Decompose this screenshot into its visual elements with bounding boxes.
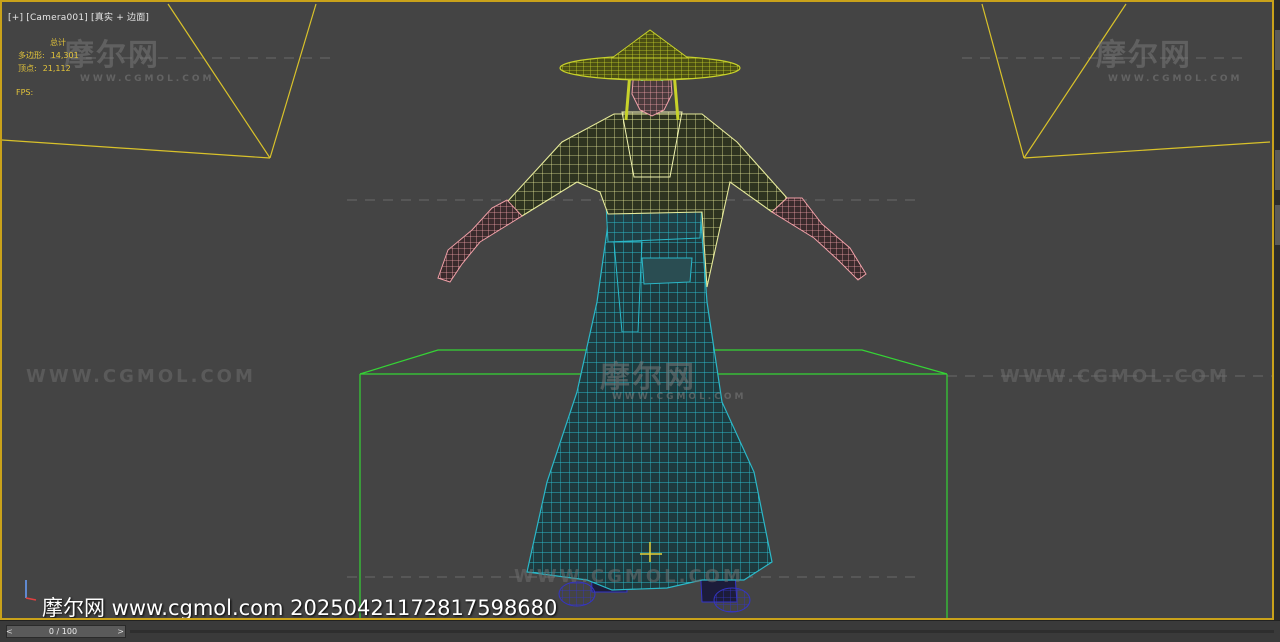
right-panel-tab[interactable]: [1275, 205, 1280, 245]
fps-label: FPS:: [16, 88, 34, 97]
polys-value: 14,301: [50, 51, 79, 60]
app-window: 摩尔网 WWW.CGMOL.COM 摩尔网 WWW.CGMOL.COM 摩尔网 …: [0, 0, 1280, 642]
right-panel-tab[interactable]: [1275, 30, 1280, 70]
right-panel-strip[interactable]: [1274, 0, 1280, 620]
time-next-button[interactable]: >: [117, 626, 124, 638]
watermark-sub-left: WWW.CGMOL.COM: [80, 74, 215, 84]
time-slider-bar[interactable]: < 0 / 100 >: [0, 620, 1280, 642]
scene-statistics: 总计 多边形: 14,301 顶点: 21,112: [18, 36, 79, 75]
watermark-url-left: WWW.CGMOL.COM: [26, 366, 256, 387]
watermark-url-bottom: WWW.CGMOL.COM: [514, 566, 744, 587]
stats-header: 总计: [50, 38, 66, 47]
watermark-logo-right: 摩尔网: [1096, 38, 1192, 73]
camera-viewport[interactable]: 摩尔网 WWW.CGMOL.COM 摩尔网 WWW.CGMOL.COM 摩尔网 …: [0, 0, 1274, 620]
axis-gizmo-icon: [25, 580, 37, 601]
viewport-menu-plus[interactable]: [+]: [8, 13, 23, 23]
character-wireframe: [437, 29, 867, 613]
timeline-track[interactable]: [130, 630, 1274, 633]
watermark-sub-right: WWW.CGMOL.COM: [1108, 74, 1243, 84]
watermark-logo-center: 摩尔网: [600, 360, 696, 395]
viewport-label[interactable]: [+] [Camera001] [真实 + 边面]: [8, 10, 149, 23]
polys-label: 多边形:: [18, 51, 45, 60]
bottom-watermark-text: 摩尔网 www.cgmol.com 20250421172817598680: [42, 596, 558, 620]
watermark-sub-center: WWW.CGMOL.COM: [612, 392, 747, 402]
verts-value: 21,112: [42, 64, 71, 73]
verts-label: 顶点:: [18, 64, 37, 73]
viewport-camera-menu[interactable]: [Camera001]: [26, 13, 88, 23]
scene-canvas[interactable]: [2, 2, 1272, 618]
viewport-shading-menu[interactable]: [真实 + 边面]: [91, 13, 149, 23]
right-panel-tab[interactable]: [1275, 150, 1280, 190]
time-slider[interactable]: < 0 / 100 >: [6, 625, 126, 638]
watermark-url-right: WWW.CGMOL.COM: [1000, 366, 1230, 387]
frame-counter: 0 / 100: [48, 627, 78, 636]
